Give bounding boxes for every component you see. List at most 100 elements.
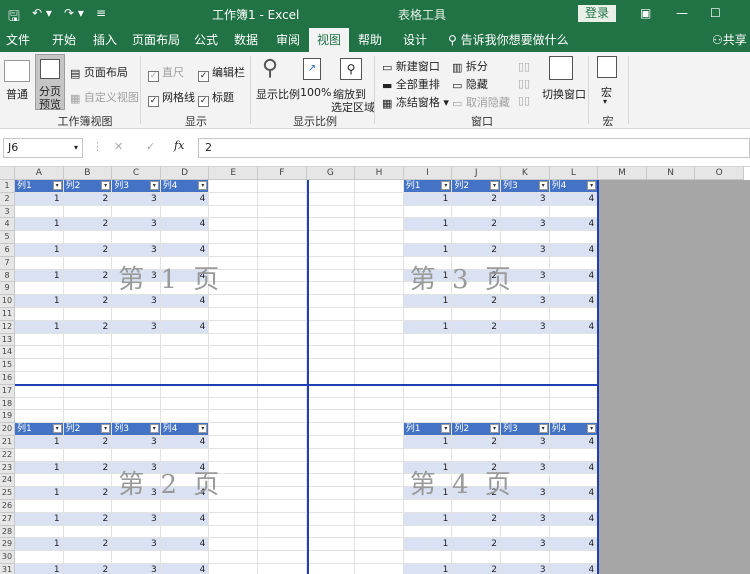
table-header-cell[interactable]: 列4 ▾ [160, 180, 210, 193]
table-header-cell[interactable]: 列1 ▾ [15, 423, 64, 436]
cancel-icon[interactable]: ✕ [114, 140, 123, 153]
login-button[interactable]: 登录 [578, 5, 616, 22]
table-cell[interactable] [501, 500, 550, 513]
row-header-19[interactable]: 19 [0, 410, 15, 424]
row-header-17[interactable]: 17 [0, 384, 15, 398]
filter-dropdown-icon[interactable]: ▾ [489, 424, 499, 434]
table-cell[interactable] [452, 448, 501, 462]
table-cell[interactable]: 4 [160, 512, 210, 526]
table-cell[interactable] [501, 551, 550, 564]
table-cell[interactable]: 3 [112, 487, 161, 500]
table-cell[interactable]: 4 [549, 564, 599, 574]
row-header-3[interactable]: 3 [0, 205, 15, 219]
table-cell[interactable]: 4 [160, 295, 210, 308]
table-header-cell[interactable]: 列2 ▾ [63, 423, 113, 436]
row-header-25[interactable]: 25 [0, 487, 15, 500]
table-cell[interactable] [501, 205, 550, 219]
table-cell[interactable] [63, 282, 113, 296]
table-cell[interactable]: 3 [501, 512, 550, 526]
row-header-27[interactable]: 27 [0, 512, 15, 526]
table-cell[interactable]: 2 [63, 192, 113, 206]
table-header-cell[interactable]: 列4 ▾ [160, 423, 210, 436]
column-header-E[interactable]: E [209, 167, 258, 180]
row-header-14[interactable]: 14 [0, 346, 15, 360]
table-cell[interactable] [160, 551, 210, 564]
tab-home[interactable]: 开始 [44, 28, 84, 52]
table-header-cell[interactable]: 列1 ▾ [403, 423, 453, 436]
table-cell[interactable]: 3 [112, 192, 161, 206]
table-cell[interactable] [15, 231, 64, 244]
formula-bar-checkbox[interactable]: ✓ 编辑栏 [198, 64, 245, 82]
freeze-panes-button[interactable]: ▦ 冻结窗格 ▾ [382, 94, 449, 110]
table-cell[interactable] [452, 231, 501, 244]
column-header-N[interactable]: N [646, 167, 696, 180]
row-header-7[interactable]: 7 [0, 256, 15, 270]
page-break-line[interactable] [306, 180, 309, 574]
table-cell[interactable]: 4 [549, 218, 599, 232]
zoom-100-button[interactable]: 100% [300, 86, 331, 99]
filter-dropdown-icon[interactable]: ▾ [101, 424, 111, 434]
table-cell[interactable]: 3 [501, 487, 550, 500]
filter-dropdown-icon[interactable]: ▾ [489, 181, 499, 190]
column-header-A[interactable]: A [15, 167, 64, 180]
table-cell[interactable]: 4 [549, 244, 599, 257]
table-cell[interactable]: 2 [63, 218, 113, 232]
formula-input[interactable]: 2 [198, 138, 750, 158]
row-header-31[interactable]: 31 [0, 564, 15, 574]
table-header-cell[interactable]: 列4 ▾ [549, 180, 599, 193]
table-cell[interactable] [549, 256, 599, 270]
table-cell[interactable] [160, 448, 210, 462]
ribbon-display-icon[interactable]: ▣ [640, 6, 651, 20]
table-cell[interactable]: 4 [549, 487, 599, 500]
table-cell[interactable]: 3 [501, 436, 550, 449]
table-cell[interactable] [549, 448, 599, 462]
table-cell[interactable]: 2 [452, 244, 501, 257]
table-cell[interactable] [63, 231, 113, 244]
table-cell[interactable]: 2 [63, 461, 113, 475]
table-cell[interactable] [403, 256, 453, 270]
table-cell[interactable] [403, 205, 453, 219]
table-cell[interactable] [549, 282, 599, 296]
table-cell[interactable]: 3 [112, 461, 161, 475]
table-cell[interactable]: 1 [403, 487, 453, 500]
table-cell[interactable] [403, 448, 453, 462]
table-cell[interactable] [15, 474, 64, 488]
table-cell[interactable]: 2 [452, 218, 501, 232]
table-cell[interactable]: 3 [501, 538, 550, 552]
table-cell[interactable]: 2 [452, 436, 501, 449]
table-cell[interactable]: 3 [112, 538, 161, 552]
table-cell[interactable]: 1 [403, 320, 453, 334]
table-cell[interactable]: 3 [112, 218, 161, 232]
table-cell[interactable]: 3 [501, 269, 550, 283]
table-cell[interactable]: 1 [403, 461, 453, 475]
table-cell[interactable]: 4 [549, 295, 599, 308]
table-cell[interactable] [15, 448, 64, 462]
table-cell[interactable]: 2 [452, 512, 501, 526]
table-cell[interactable]: 1 [15, 320, 64, 334]
insert-function-icon[interactable]: fx [174, 139, 184, 152]
column-header-O[interactable]: O [695, 167, 744, 180]
table-cell[interactable]: 1 [15, 218, 64, 232]
column-header-B[interactable]: B [63, 167, 113, 180]
table-cell[interactable] [501, 448, 550, 462]
table-cell[interactable] [452, 500, 501, 513]
row-header-5[interactable]: 5 [0, 231, 15, 244]
table-cell[interactable]: 1 [15, 244, 64, 257]
table-cell[interactable] [403, 282, 453, 296]
table-cell[interactable]: 3 [501, 244, 550, 257]
table-cell[interactable]: 3 [112, 512, 161, 526]
table-cell[interactable] [112, 308, 161, 321]
table-cell[interactable]: 2 [63, 295, 113, 308]
column-header-I[interactable]: I [403, 167, 453, 180]
filter-dropdown-icon[interactable]: ▾ [149, 181, 159, 190]
customize-qat-icon[interactable]: ≡ [96, 6, 106, 20]
table-cell[interactable] [160, 282, 210, 296]
table-cell[interactable]: 4 [160, 436, 210, 449]
tab-view[interactable]: 视图 [309, 28, 349, 52]
column-header-H[interactable]: H [355, 167, 404, 180]
table-cell[interactable]: 2 [63, 538, 113, 552]
table-cell[interactable] [15, 256, 64, 270]
table-cell[interactable] [549, 205, 599, 219]
table-cell[interactable] [112, 525, 161, 539]
table-cell[interactable] [452, 308, 501, 321]
